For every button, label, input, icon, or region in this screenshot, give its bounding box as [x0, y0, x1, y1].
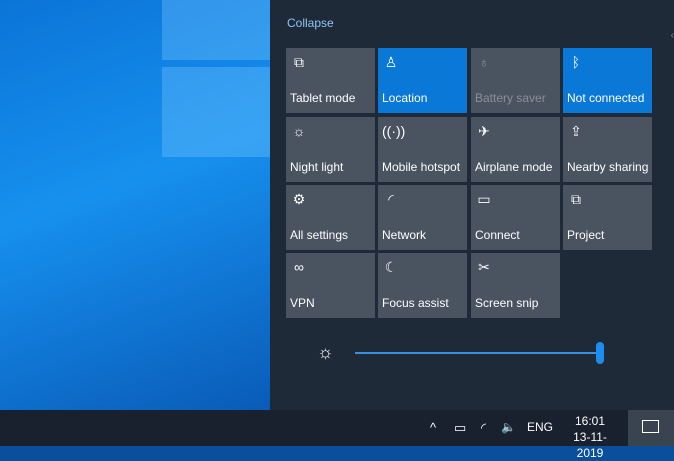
screen-snip-icon: ✂	[478, 259, 490, 275]
brightness-slider[interactable]	[355, 352, 600, 354]
tile-location[interactable]: ♙ Location	[378, 48, 467, 113]
tile-label: Night light	[290, 160, 344, 174]
tile-connect[interactable]: ▭ Connect	[471, 185, 560, 250]
tile-label: Focus assist	[382, 296, 449, 310]
night-light-icon: ☼	[292, 123, 306, 139]
battery-saver-icon: ♁	[478, 54, 490, 70]
tile-label: Screen snip	[475, 296, 539, 310]
tile-vpn[interactable]: ∞ VPN	[286, 253, 375, 318]
action-center: Collapse ‹ ⧉ Tablet mode ♙ Location ♁ Battery…	[270, 0, 674, 410]
tile-mobile-hotspot[interactable]: ((·)) Mobile hotspot	[378, 117, 467, 182]
notification-icon	[642, 420, 659, 433]
tile-network[interactable]: ◜ Network	[378, 185, 467, 250]
nearby-sharing-icon: ⇪	[570, 123, 582, 139]
tile-label: Mobile hotspot	[382, 160, 461, 174]
connect-icon: ▭	[477, 191, 491, 207]
tile-all-settings[interactable]: ⚙ All settings	[286, 185, 375, 250]
clock-date: 13-11-2019	[573, 430, 607, 460]
windows-logo-pane	[162, 0, 270, 60]
network-icon: ◜	[388, 191, 394, 207]
location-icon: ♙	[384, 54, 398, 70]
tile-label: VPN	[290, 296, 315, 310]
tile-project[interactable]: ⧉ Project	[563, 185, 652, 250]
airplane-icon: ✈	[478, 123, 490, 139]
tile-airplane-mode[interactable]: ✈ Airplane mode	[471, 117, 560, 182]
tile-label: Connect	[475, 228, 520, 242]
action-center-button[interactable]	[628, 410, 674, 446]
tile-night-light[interactable]: ☼ Night light	[286, 117, 375, 182]
tablet-mode-icon: ⧉	[294, 54, 304, 70]
wifi-icon[interactable]: ◜	[481, 420, 486, 436]
tile-tablet-mode[interactable]: ⧉ Tablet mode	[286, 48, 375, 113]
show-hidden-icons-chevron-icon[interactable]: ^	[430, 420, 436, 435]
volume-icon[interactable]: 🔈	[501, 420, 516, 434]
tile-label: Airplane mode	[475, 160, 553, 174]
tile-label: Nearby sharing	[567, 160, 649, 174]
bluetooth-icon: ᛒ	[571, 54, 581, 70]
mobile-hotspot-icon: ((·))	[382, 123, 406, 139]
tile-label: All settings	[290, 228, 349, 242]
gear-icon: ⚙	[292, 191, 306, 207]
battery-icon[interactable]: ▭	[454, 420, 466, 436]
tile-label: Project	[567, 228, 605, 242]
tile-battery-saver[interactable]: ♁ Battery saver	[471, 48, 560, 113]
tile-label: Network	[382, 228, 427, 242]
tile-label: Location	[382, 91, 428, 105]
desktop-background	[0, 0, 270, 410]
tile-focus-assist[interactable]: ☾ Focus assist	[378, 253, 467, 318]
tile-nearby-sharing[interactable]: ⇪ Nearby sharing	[563, 117, 652, 182]
clock-time: 16:01	[574, 414, 606, 428]
vpn-icon: ∞	[294, 259, 304, 275]
windows-logo-pane	[162, 67, 270, 157]
tile-screen-snip[interactable]: ✂ Screen snip	[471, 253, 560, 318]
tile-label: Tablet mode	[290, 91, 356, 105]
moon-icon: ☾	[384, 259, 398, 275]
scroll-edge: ‹	[670, 30, 674, 41]
tile-label: Not connected	[567, 91, 645, 105]
clock[interactable]: 16:01 13-11-2019	[560, 413, 620, 461]
project-icon: ⧉	[571, 191, 581, 207]
brightness-slider-thumb[interactable]	[596, 342, 604, 364]
brightness-icon: ☼	[317, 342, 334, 362]
tile-not-connected[interactable]: ᛒ Not connected	[563, 48, 652, 113]
taskbar: ^ ▭ ◜ 🔈 ENG 16:01 13-11-2019	[0, 410, 674, 460]
collapse-link[interactable]: Collapse	[287, 16, 334, 30]
tile-label: Battery saver	[475, 91, 546, 105]
language-indicator[interactable]: ENG	[527, 420, 553, 434]
